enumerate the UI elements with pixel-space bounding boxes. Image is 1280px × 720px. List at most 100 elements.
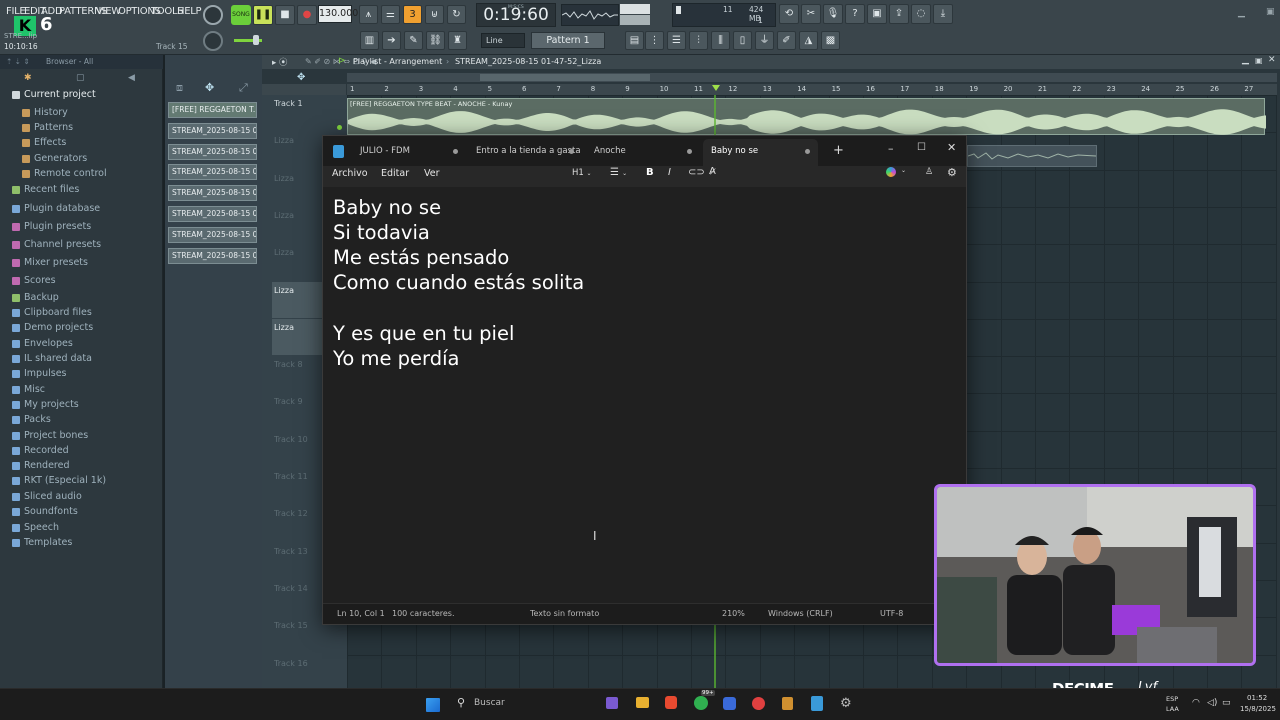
pattern-item[interactable]: STREAM_2025-08-15 01-... xyxy=(168,122,257,139)
browser-arrows-icon[interactable]: ⇡ ⇣ ⇕ xyxy=(6,57,30,66)
tempo-tap-icon[interactable]: ◮ xyxy=(799,31,818,50)
cut-icon[interactable]: ✂ xyxy=(801,4,821,24)
start-icon[interactable] xyxy=(426,698,440,712)
pattern-item[interactable]: STREAM_2025-08-15 01-... xyxy=(168,185,257,202)
menu-file[interactable]: FILE xyxy=(6,6,26,17)
scrollbar-thumb[interactable] xyxy=(480,74,650,81)
notepad-maximize-icon[interactable]: ☐ xyxy=(917,142,926,153)
bold-icon[interactable]: B xyxy=(646,167,654,178)
pattern-item[interactable]: STREAM_2025-08-15 01-... xyxy=(168,247,257,264)
pattern-item[interactable]: STREAM_2025-08-15 01-... xyxy=(168,226,257,243)
plug-icon[interactable]: ⏚ xyxy=(755,31,774,50)
settings-gear-icon[interactable]: ⚙ xyxy=(947,166,957,179)
browser-item[interactable]: Generators xyxy=(22,153,87,164)
audio-clip-2[interactable] xyxy=(967,145,1097,167)
playlist-minimize-icon[interactable]: ▁ xyxy=(1242,55,1249,65)
fl-studio-icon[interactable] xyxy=(782,697,793,710)
browser-item[interactable]: Recorded xyxy=(12,445,69,456)
playhead-marker-icon[interactable] xyxy=(712,85,720,91)
link-insert-icon[interactable]: ⊂⊃ xyxy=(688,167,705,178)
sliders-icon[interactable]: ⫼ xyxy=(711,31,730,50)
browser-item[interactable]: Plugin database xyxy=(12,203,100,214)
link-icon[interactable]: ⛓ xyxy=(426,31,445,50)
download-icon[interactable]: ⤓ xyxy=(933,4,953,24)
browser-star-icon[interactable]: ✱ xyxy=(24,73,32,83)
browser-item[interactable]: Sliced audio xyxy=(12,491,82,502)
track-label[interactable]: Lizza xyxy=(274,323,294,332)
playlist-move-icon[interactable]: ✥ xyxy=(297,72,305,83)
track-label[interactable]: Lizza xyxy=(274,174,294,183)
battery-icon[interactable]: ▭ xyxy=(1222,698,1231,708)
horizontal-scrollbar[interactable] xyxy=(347,73,1277,82)
browser-item[interactable]: Scores xyxy=(12,275,56,286)
track-label[interactable]: Lizza xyxy=(274,248,294,257)
stamp-icon[interactable]: ♜ xyxy=(448,31,467,50)
playlist-close-icon[interactable]: ✕ xyxy=(1268,55,1276,65)
pattern-item[interactable]: [FREE] REGGAETON T... xyxy=(168,102,257,118)
audio-clip[interactable]: [FREE] REGGAETON TYPE BEAT - ANOCHE - Ku… xyxy=(347,98,1266,135)
heading-dropdown[interactable]: H1 ⌄ xyxy=(572,168,592,178)
metronome-icon[interactable]: ⩚ xyxy=(359,5,378,24)
slider-handle[interactable] xyxy=(253,35,259,45)
notepad-minimize-icon[interactable]: – xyxy=(888,142,894,155)
browser-item[interactable]: Impulses xyxy=(12,368,67,379)
menu-archivo[interactable]: Archivo xyxy=(332,168,368,179)
pause-button[interactable]: ❚❚ xyxy=(253,5,273,25)
tab-anoche[interactable]: Anoche xyxy=(586,136,700,166)
browser-item[interactable]: Clipboard files xyxy=(12,307,92,318)
track-label[interactable]: Track 16 xyxy=(274,659,308,668)
browser-item[interactable]: Demo projects xyxy=(12,322,93,333)
browser-item[interactable]: Current project xyxy=(12,89,96,100)
clock-time[interactable]: 01:52 xyxy=(1247,694,1267,702)
tools-icon[interactable]: ▩ xyxy=(821,31,840,50)
browser-file-icon[interactable]: ▢ xyxy=(76,73,85,83)
wifi-icon[interactable]: ◠ xyxy=(1192,698,1200,708)
taskbar-search[interactable]: Buscar xyxy=(474,698,505,708)
browser-item[interactable]: RKT (Especial 1k) xyxy=(12,475,106,486)
chat-icon[interactable]: ◌ xyxy=(911,4,931,24)
mic-icon[interactable]: 🎙 xyxy=(823,4,843,24)
text-editor[interactable]: Baby no se Si todavia Me estás pensado C… xyxy=(323,187,966,605)
browser-item[interactable]: IL shared data xyxy=(12,353,92,364)
fl-restore-icon[interactable]: ▣ xyxy=(1266,7,1275,17)
new-tab-icon[interactable]: + xyxy=(833,143,844,158)
list-icon[interactable]: ☰ ⌄ xyxy=(610,167,627,178)
pattern-select[interactable]: Pattern 1 xyxy=(531,32,605,49)
pattern-item[interactable]: STREAM_2025-08-15 01-... xyxy=(168,164,257,181)
account-icon[interactable]: ♙ xyxy=(925,167,933,177)
track-label[interactable]: Track 10 xyxy=(274,435,308,444)
clock-date[interactable]: 15/8/2025 xyxy=(1240,705,1276,713)
track-label[interactable]: Track 14 xyxy=(274,584,308,593)
copilot-chevron-icon[interactable]: ⌄ xyxy=(901,167,906,174)
tab-baby-no-se[interactable]: Baby no se xyxy=(703,139,818,166)
browser-item[interactable]: My projects xyxy=(12,399,79,410)
picker-icon[interactable]: ⧈ xyxy=(176,81,183,95)
master-pitch-knob[interactable] xyxy=(203,31,223,51)
master-volume-knob[interactable] xyxy=(203,5,223,25)
move-icon[interactable]: ✥ xyxy=(205,81,214,94)
chrome-icon[interactable] xyxy=(752,697,765,710)
tab-julio-fdm[interactable]: JULIO - FDM xyxy=(352,136,466,166)
loop-record-icon[interactable]: ↻ xyxy=(447,5,466,24)
pattern-item[interactable]: STREAM_2025-08-15 01-... xyxy=(168,143,257,160)
browser-item[interactable]: Speech xyxy=(12,522,59,533)
browser-item[interactable]: Effects xyxy=(22,137,66,148)
copilot-icon[interactable] xyxy=(886,167,896,177)
track-label[interactable]: Track 8 xyxy=(274,360,303,369)
browser-speaker-icon[interactable]: ◀ xyxy=(128,73,135,83)
piano-icon[interactable]: ▥ xyxy=(360,31,379,50)
track-label[interactable]: Lizza xyxy=(274,136,294,145)
file-icon[interactable]: ▯ xyxy=(733,31,752,50)
pencil-icon[interactable]: ✎ xyxy=(404,31,423,50)
playlist-icon[interactable]: ▤ xyxy=(625,31,644,50)
channel-rack-icon[interactable]: ⋮ xyxy=(645,31,664,50)
playlist-play-icon[interactable]: ⊳ xyxy=(338,56,346,66)
song-mode-toggle[interactable]: SONG xyxy=(231,5,251,25)
browser-item[interactable]: Plugin presets xyxy=(12,221,91,232)
playlist-menu-icon[interactable]: ▸ ⦿ xyxy=(272,56,287,68)
snap-select[interactable]: Line xyxy=(481,33,525,48)
countdown-icon[interactable]: 3 xyxy=(403,5,422,24)
notepad-close-icon[interactable]: ✕ xyxy=(947,141,956,154)
whatsapp-icon[interactable] xyxy=(694,696,708,710)
track-label[interactable]: Track 11 xyxy=(274,472,308,481)
